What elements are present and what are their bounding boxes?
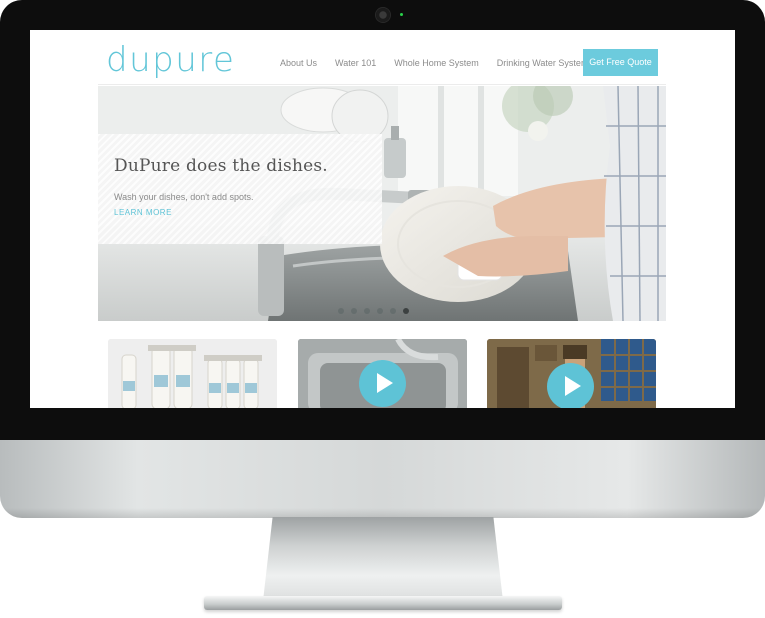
site-logo[interactable]: dupure (106, 40, 235, 80)
learn-more-link[interactable]: LEARN MORE (114, 208, 172, 217)
sink-video-thumbnail[interactable] (298, 339, 467, 408)
hero-title: DuPure does the dishes. (114, 156, 328, 176)
animated-video-thumbnail[interactable] (487, 339, 656, 408)
slider-dot-5[interactable] (390, 308, 396, 314)
play-icon[interactable] (359, 360, 406, 407)
nav-water-101[interactable]: Water 101 (335, 58, 376, 68)
nav-whole-home-system[interactable]: Whole Home System (394, 58, 479, 68)
filter-systems-photo (108, 339, 277, 408)
play-icon[interactable] (547, 363, 594, 408)
webcam-icon (376, 8, 390, 22)
main-nav: About Us Water 101 Whole Home System Dri… (280, 49, 606, 77)
slider-dot-3[interactable] (364, 308, 370, 314)
filter-systems-thumbnail[interactable] (108, 339, 277, 408)
header-divider (98, 84, 666, 85)
monitor-stand (263, 517, 503, 601)
hero-subtitle: Wash your dishes, don't add spots. (114, 192, 254, 202)
slider-dot-6[interactable] (403, 308, 409, 314)
site-header: dupure About Us Water 101 Whole Home Sys… (30, 30, 735, 86)
slider-dot-4[interactable] (377, 308, 383, 314)
monitor-chin (0, 440, 765, 518)
monitor-bezel: dupure About Us Water 101 Whole Home Sys… (0, 0, 765, 440)
webcam-indicator-light (400, 13, 403, 16)
slider-dot-1[interactable] (338, 308, 344, 314)
hero-slider: DuPure does the dishes. Wash your dishes… (98, 86, 666, 321)
monitor-stand-base (204, 596, 562, 610)
nav-drinking-water-system[interactable]: Drinking Water System (497, 58, 589, 68)
imac-monitor: dupure About Us Water 101 Whole Home Sys… (0, 0, 765, 518)
slider-dots (338, 308, 409, 314)
nav-about-us[interactable]: About Us (280, 58, 317, 68)
screen: dupure About Us Water 101 Whole Home Sys… (30, 30, 735, 408)
hero-caption: DuPure does the dishes. Wash your dishes… (98, 134, 382, 244)
slider-dot-2[interactable] (351, 308, 357, 314)
get-free-quote-button[interactable]: Get Free Quote (583, 49, 658, 76)
